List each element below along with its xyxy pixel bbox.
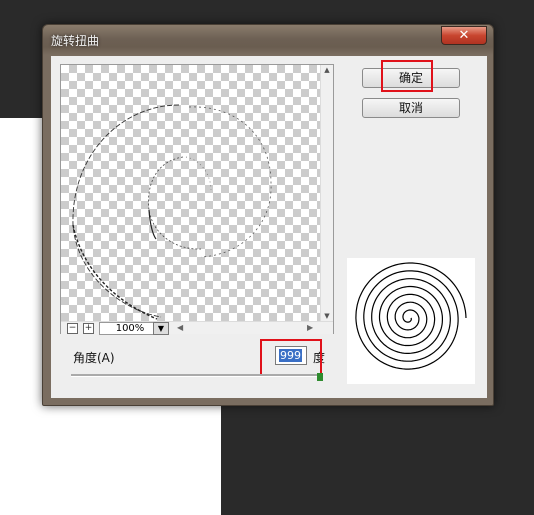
twirl-dialog: 旋转扭曲 ✕ ▲ ▼ − + 100% ▼ ◀ ▶ 确定 取消 角度(A) 99…: [42, 24, 494, 406]
angle-slider-track[interactable]: [71, 374, 323, 377]
zoom-out-button[interactable]: −: [67, 323, 78, 334]
scroll-up-icon[interactable]: ▲: [321, 65, 333, 75]
angle-slider-thumb[interactable]: [317, 373, 323, 381]
zoom-level-field[interactable]: 100%: [99, 322, 161, 335]
zoom-in-button[interactable]: +: [83, 323, 94, 334]
spiral-icon: [355, 262, 467, 370]
twirl-preview-image: [72, 104, 272, 320]
scroll-left-icon[interactable]: ◀: [177, 322, 183, 333]
highlight-box-ok: [381, 60, 433, 92]
preview-canvas[interactable]: [61, 65, 321, 321]
twirl-style-preview: [347, 258, 475, 384]
preview-vertical-scrollbar[interactable]: ▲ ▼: [320, 65, 333, 321]
scroll-right-icon[interactable]: ▶: [307, 322, 313, 333]
cancel-button[interactable]: 取消: [362, 98, 460, 118]
dialog-client-area: ▲ ▼ − + 100% ▼ ◀ ▶ 确定 取消 角度(A) 999 度: [50, 55, 488, 399]
angle-label: 角度(A): [73, 351, 115, 365]
dialog-title: 旋转扭曲: [51, 34, 100, 48]
scroll-down-icon[interactable]: ▼: [321, 311, 333, 321]
background-white-area-bottom: [0, 402, 221, 515]
preview-panel: ▲ ▼ − + 100% ▼ ◀ ▶: [60, 64, 334, 335]
close-button[interactable]: ✕: [441, 26, 487, 45]
highlight-box-angle: [260, 339, 322, 377]
preview-zoom-bar: − + 100% ▼ ◀ ▶: [61, 321, 333, 335]
chevron-down-icon[interactable]: ▼: [153, 322, 169, 335]
